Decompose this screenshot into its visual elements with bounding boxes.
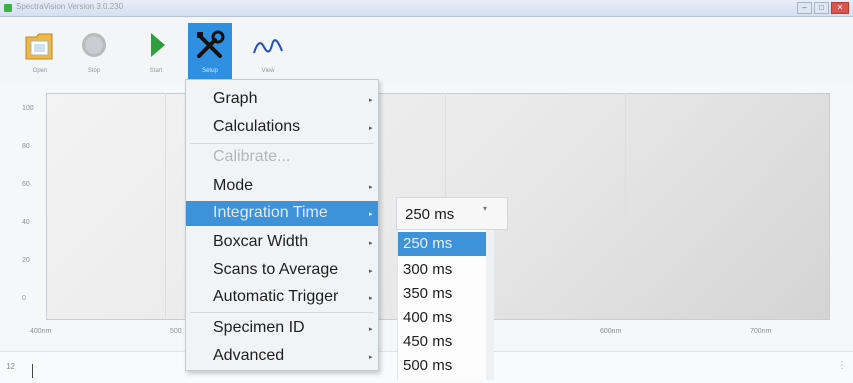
chevron-down-icon[interactable]: ▾ <box>483 204 487 213</box>
stop-circle-icon <box>82 33 106 57</box>
menu-item-label: Mode <box>213 177 254 194</box>
integration-time-value: 250 ms <box>405 206 455 223</box>
status-value: 12 <box>6 362 15 371</box>
menu-item-label: Integration Time <box>213 204 328 221</box>
option-label: 400 ms <box>403 309 453 326</box>
title-bar: SpectraVision Version 3.0.230 – □ ✕ <box>0 0 853 17</box>
option-label: 500 ms <box>403 357 453 374</box>
menu-item-label: Advanced <box>213 347 285 364</box>
option-label: 350 ms <box>403 285 453 302</box>
wrench-screwdriver-icon <box>197 30 225 58</box>
integration-time-options: 250 ms 300 ms 350 ms 400 ms 450 ms 500 m… <box>397 230 494 380</box>
folder-icon <box>25 33 53 60</box>
open-label: Open <box>32 68 48 74</box>
integration-option[interactable]: 300 ms <box>398 258 486 282</box>
x-tick-label: 400nm <box>30 328 52 335</box>
menu-item-label: Calibrate... <box>213 148 291 165</box>
y-tick-label: 80 <box>22 143 30 150</box>
stop-label: Stop <box>87 68 101 74</box>
submenu-arrow-icon: ▸ <box>369 211 373 218</box>
resize-grip-icon[interactable]: ⋮ <box>837 360 847 371</box>
text-caret <box>32 364 33 378</box>
app-icon <box>4 4 12 12</box>
integration-option[interactable]: 450 ms <box>398 330 486 354</box>
integration-option[interactable]: 250 ms <box>398 232 486 256</box>
start-button[interactable]: Start <box>134 23 178 79</box>
window-title: SpectraVision Version 3.0.230 <box>16 2 124 11</box>
menu-item-automatic-trigger[interactable]: Automatic Trigger ▸ <box>186 285 378 310</box>
menu-item-calculations[interactable]: Calculations ▸ <box>186 115 378 140</box>
integration-option[interactable]: 350 ms <box>398 282 486 306</box>
x-tick-label: 500 <box>170 328 182 335</box>
y-tick-label: 0 <box>22 295 26 302</box>
submenu-arrow-icon: ▸ <box>369 97 373 104</box>
menu-item-graph[interactable]: Graph ▸ <box>186 87 378 112</box>
open-button[interactable]: Open <box>18 23 62 79</box>
options-scrollbar[interactable] <box>486 230 494 380</box>
menu-item-label: Specimen ID <box>213 319 305 336</box>
menu-item-label: Boxcar Width <box>213 233 309 250</box>
stop-button[interactable]: Stop <box>72 23 116 79</box>
submenu-arrow-icon: ▸ <box>369 125 373 132</box>
menu-separator <box>190 312 374 313</box>
menu-item-specimen-id[interactable]: Specimen ID ▸ <box>186 316 378 341</box>
y-tick-label: 40 <box>22 219 30 226</box>
submenu-arrow-icon: ▸ <box>369 354 373 361</box>
menu-item-integration-time[interactable]: Integration Time ▸ <box>186 201 378 226</box>
option-label: 250 ms <box>403 235 453 252</box>
setup-menu: Graph ▸ Calculations ▸ Calibrate... Mode… <box>185 79 379 371</box>
option-label: 450 ms <box>403 333 453 350</box>
window-controls: – □ ✕ <box>797 2 849 14</box>
view-label: View <box>261 68 275 74</box>
view-button[interactable]: View <box>246 23 290 79</box>
y-tick-label: 100 <box>22 105 34 112</box>
minimize-button[interactable]: – <box>797 2 812 14</box>
y-tick-label: 20 <box>22 257 30 264</box>
menu-item-scans-to-average[interactable]: Scans to Average ▸ <box>186 258 378 283</box>
menu-item-mode[interactable]: Mode ▸ <box>186 174 378 199</box>
x-tick-label: 600nm <box>600 328 622 335</box>
submenu-arrow-icon: ▸ <box>369 240 373 247</box>
x-tick-label: 700nm <box>750 328 772 335</box>
submenu-arrow-icon: ▸ <box>369 295 373 302</box>
toolbar: Open Stop Start Setup View <box>0 17 853 85</box>
waveform-icon <box>253 39 283 54</box>
integration-time-select[interactable]: 250 ms ▾ <box>396 197 508 230</box>
menu-item-boxcar-width[interactable]: Boxcar Width ▸ <box>186 230 378 255</box>
integration-option[interactable]: 500 ms <box>398 354 486 378</box>
setup-button[interactable]: Setup <box>188 23 232 79</box>
menu-item-label: Graph <box>213 90 258 107</box>
play-icon <box>151 33 165 57</box>
grid-line <box>625 93 626 318</box>
menu-separator <box>190 143 374 144</box>
menu-item-label: Calculations <box>213 118 301 135</box>
submenu-arrow-icon: ▸ <box>369 268 373 275</box>
submenu-arrow-icon: ▸ <box>369 326 373 333</box>
start-label: Start <box>149 68 163 74</box>
integration-option[interactable]: 400 ms <box>398 306 486 330</box>
close-button[interactable]: ✕ <box>831 2 849 14</box>
setup-label: Setup <box>202 68 218 74</box>
option-label: 300 ms <box>403 261 453 278</box>
grid-line <box>165 93 166 318</box>
y-tick-label: 60 <box>22 181 30 188</box>
submenu-arrow-icon: ▸ <box>369 184 373 191</box>
maximize-button[interactable]: □ <box>814 2 829 14</box>
menu-item-label: Scans to Average <box>213 261 339 278</box>
menu-item-label: Automatic Trigger <box>213 288 339 305</box>
menu-item-advanced[interactable]: Advanced ▸ <box>186 344 378 369</box>
menu-item-calibrate: Calibrate... <box>186 145 378 170</box>
